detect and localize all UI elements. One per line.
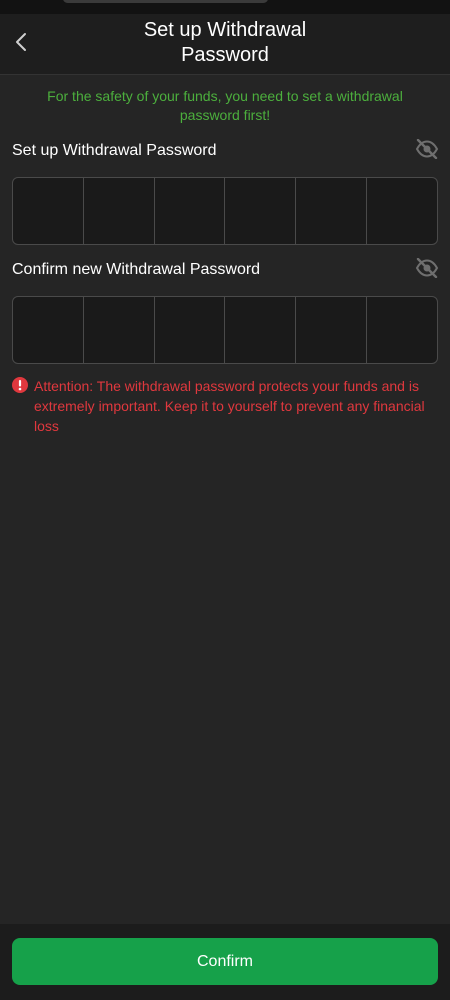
back-button[interactable] — [4, 24, 38, 64]
chevron-left-icon — [15, 32, 27, 57]
page-title-line1: Set up Withdrawal — [143, 19, 307, 41]
toggle-confirm-visibility-button[interactable] — [414, 257, 440, 283]
status-bar — [0, 0, 450, 14]
exclamation-circle-icon — [12, 377, 28, 393]
password-digit-6[interactable] — [367, 178, 437, 244]
confirm-digit-1[interactable] — [13, 297, 84, 363]
password-digit-1[interactable] — [13, 178, 84, 244]
password-digit-3[interactable] — [155, 178, 226, 244]
password-digit-2[interactable] — [84, 178, 155, 244]
password-digit-4[interactable] — [225, 178, 297, 244]
page-title: Set up Withdrawal Password — [100, 18, 350, 68]
confirm-pin-input[interactable] — [12, 296, 438, 364]
safety-notice: For the safety of your funds, you need t… — [47, 88, 403, 123]
password-label: Set up Withdrawal Password — [12, 142, 217, 159]
confirm-digit-4[interactable] — [225, 297, 297, 363]
eye-slash-icon — [415, 257, 439, 283]
password-digit-5[interactable] — [296, 178, 368, 244]
confirm-digit-5[interactable] — [296, 297, 368, 363]
toggle-password-visibility-button[interactable] — [414, 138, 440, 164]
confirm-password-label: Confirm new Withdrawal Password — [12, 261, 261, 278]
attention-text: Attention: The withdrawal password prote… — [34, 378, 425, 434]
footer-bar: Confirm — [0, 924, 450, 1000]
eye-slash-icon — [415, 138, 439, 164]
password-pin-input[interactable] — [12, 177, 438, 245]
confirm-button[interactable]: Confirm — [12, 938, 438, 985]
app-header: Set up Withdrawal Password — [0, 14, 450, 75]
status-indicator — [63, 0, 268, 3]
page-title-line2: Password — [181, 44, 269, 66]
confirm-digit-6[interactable] — [367, 297, 437, 363]
confirm-digit-2[interactable] — [84, 297, 155, 363]
confirm-digit-3[interactable] — [155, 297, 226, 363]
